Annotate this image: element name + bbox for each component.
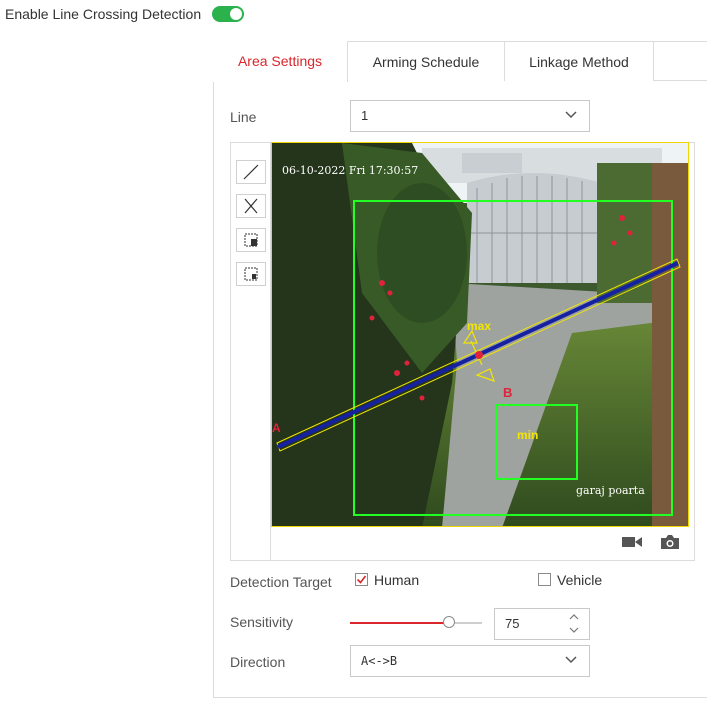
human-checkbox[interactable]	[355, 573, 368, 586]
chevron-down-icon	[565, 111, 577, 119]
chevron-up-icon[interactable]	[569, 613, 579, 620]
tab-area-settings[interactable]: Area Settings	[213, 41, 348, 82]
min-size-button[interactable]	[236, 262, 266, 286]
camera-name-overlay: garaj poarta	[576, 484, 645, 497]
direction-label: Direction	[230, 654, 286, 670]
tab-arming-schedule[interactable]: Arming Schedule	[348, 41, 505, 81]
line-select-value: 1	[361, 108, 369, 123]
direction-select[interactable]: A<->B	[350, 645, 590, 677]
vehicle-label: Vehicle	[557, 572, 603, 588]
direction-select-value: A<->B	[361, 654, 398, 668]
point-a-label: A	[272, 421, 281, 435]
enable-line-crossing-label: Enable Line Crossing Detection	[5, 6, 202, 22]
human-label: Human	[374, 572, 420, 588]
max-label: max	[467, 319, 492, 333]
draw-line-icon	[243, 164, 259, 180]
video-timestamp: 06-10-2022 Fri 17:30:57	[282, 164, 419, 177]
min-label: min	[517, 428, 539, 442]
line-select[interactable]: 1	[350, 100, 590, 132]
line-label: Line	[230, 109, 257, 125]
point-b-label: B	[503, 385, 513, 400]
enable-line-crossing-toggle[interactable]	[212, 6, 244, 22]
sensitivity-slider-fill	[350, 622, 449, 624]
toggle-knob	[230, 8, 242, 20]
checkmark-icon	[356, 575, 367, 584]
max-size-icon	[244, 233, 258, 247]
detection-target-label: Detection Target	[230, 574, 332, 590]
camera-scene	[272, 143, 688, 526]
sensitivity-slider-thumb[interactable]	[443, 616, 455, 628]
clear-icon	[244, 198, 258, 214]
max-size-button[interactable]	[236, 228, 266, 252]
sensitivity-input[interactable]: 75	[494, 608, 590, 640]
draw-line-button[interactable]	[236, 160, 266, 184]
vehicle-checkbox[interactable]	[538, 573, 551, 586]
clear-button[interactable]	[236, 194, 266, 218]
min-size-icon	[244, 267, 258, 281]
tab-linkage-method[interactable]: Linkage Method	[505, 41, 654, 81]
video-preview[interactable]: 06-10-2022 Fri 17:30:57 garaj poarta A B…	[271, 142, 689, 527]
chevron-down-icon	[565, 656, 577, 664]
capture-icon[interactable]	[659, 532, 681, 552]
record-icon[interactable]	[621, 532, 643, 552]
chevron-down-icon[interactable]	[569, 627, 579, 634]
sensitivity-value: 75	[505, 616, 520, 631]
sensitivity-label: Sensitivity	[230, 614, 294, 630]
